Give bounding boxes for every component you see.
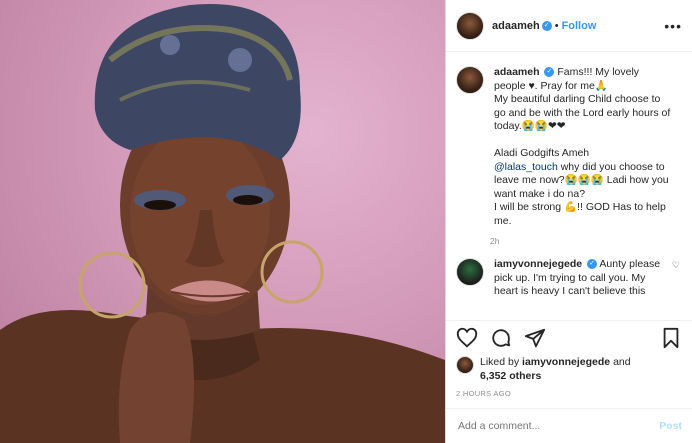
verified-badge-icon: ✓ — [587, 259, 598, 270]
add-comment-input[interactable] — [456, 419, 660, 433]
bookmark-icon[interactable] — [660, 327, 682, 349]
comment-text: iamyvonnejegede ✓ Aunty please pick up. … — [494, 258, 672, 299]
comment-icon[interactable] — [490, 327, 512, 349]
liker-avatar[interactable] — [456, 356, 474, 374]
post-sidebar: adaameh ✓ • Follow ••• adaameh ✓ Fams!!!… — [445, 0, 692, 443]
commenter-avatar[interactable] — [456, 258, 484, 286]
heart-icon[interactable] — [456, 327, 478, 349]
follow-button[interactable]: Follow — [562, 20, 597, 32]
likes-summary: Liked by iamyvonnejegede and 6,352 other… — [446, 355, 692, 383]
action-bar — [446, 321, 692, 355]
verified-badge-icon: ✓ — [541, 20, 552, 31]
separator-dot: • — [554, 19, 559, 32]
caption-line2: My beautiful darling Child choose to go … — [494, 93, 671, 132]
likes-text: Liked by iamyvonnejegede and 6,352 other… — [480, 355, 631, 383]
caption-line3: Aladi Godgifts Ameh — [494, 147, 590, 159]
instagram-post: adaameh ✓ • Follow ••• adaameh ✓ Fams!!!… — [0, 0, 692, 443]
add-comment-bar: Post — [446, 408, 692, 443]
likes-count-link[interactable]: 6,352 others — [480, 370, 541, 382]
post-comment-button[interactable]: Post — [659, 420, 682, 432]
like-comment-heart-icon[interactable]: ♡ — [672, 260, 680, 271]
liker-username[interactable]: iamyvonnejegede — [522, 356, 610, 368]
likes-prefix: Liked by — [480, 356, 523, 368]
post-photo[interactable] — [0, 0, 445, 443]
comment-item: iamyvonnejegede ✓ Aunty please pick up. … — [456, 258, 682, 299]
post-time-ago: 2 HOURS AGO — [456, 389, 511, 398]
caption-line5: I will be strong 💪!! GOD Has to help me. — [494, 201, 666, 227]
share-icon[interactable] — [524, 327, 546, 349]
likes-middle: and — [610, 356, 631, 368]
caption-text: adaameh ✓ Fams!!! My lovely people ♥. Pr… — [494, 66, 672, 228]
author-avatar[interactable] — [456, 11, 484, 40]
comments-section[interactable]: adaameh ✓ Fams!!! My lovely people ♥. Pr… — [446, 52, 692, 321]
author-username[interactable]: adaameh — [492, 20, 540, 32]
more-options-icon[interactable]: ••• — [664, 18, 682, 34]
caption-mention-link[interactable]: @lalas_touch — [494, 161, 558, 173]
commenter-username[interactable]: iamyvonnejegede — [494, 258, 582, 270]
verified-badge-icon: ✓ — [544, 67, 555, 78]
caption: adaameh ✓ Fams!!! My lovely people ♥. Pr… — [456, 66, 682, 228]
portrait-illustration — [0, 4, 445, 443]
caption-avatar[interactable] — [456, 66, 484, 94]
caption-username[interactable]: adaameh — [494, 66, 540, 78]
caption-timestamp: 2h — [490, 236, 500, 246]
post-header: adaameh ✓ • Follow ••• — [446, 0, 692, 52]
